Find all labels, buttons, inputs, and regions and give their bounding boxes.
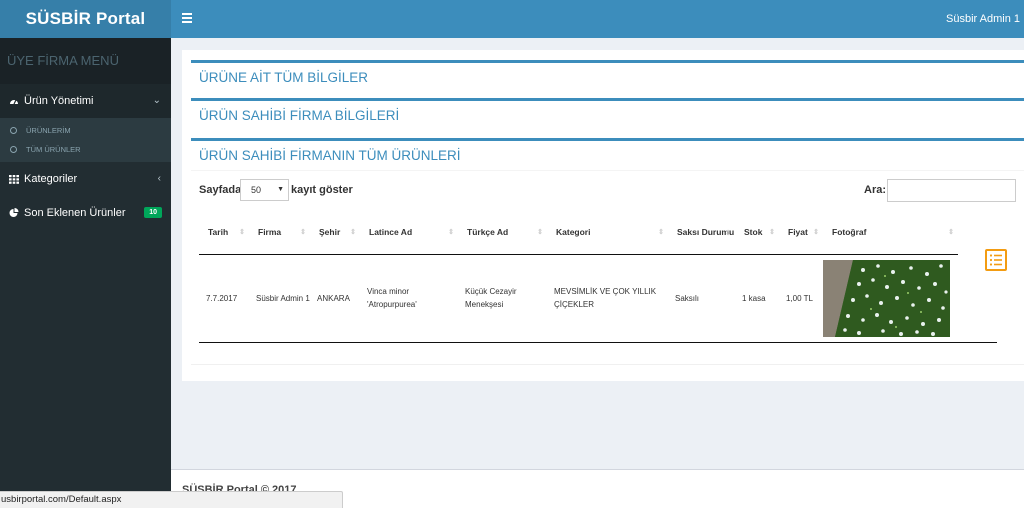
sidebar-subitem-tum-urunler[interactable]: TÜM ÜRÜNLER [0,140,171,159]
box-owner-info-title[interactable]: ÜRÜN SAHİBİ FİRMA BİLGİLERİ [191,98,1024,130]
sidebar-item-label: Son Eklenen Ürünler [24,207,126,219]
sort-icon: ⇕ [350,229,356,236]
browser-status-url: usbirportal.com/Default.aspx [0,491,343,508]
dropdown-arrow-icon: ▼ [277,186,284,193]
sidebar-item-urun-yonetimi[interactable]: Ürün Yönetimi ⌄ [0,84,171,118]
cell-firma: Süsbir Admin 1 [249,254,310,343]
count-badge: 10 [144,207,162,218]
cell-fotograf [823,254,958,343]
sort-icon: ⇕ [948,229,954,236]
logo[interactable]: SÜSBİR Portal [0,0,171,38]
search-label: Ara: [864,184,887,196]
column-header-kategori[interactable]: Kategori ⇕ [547,211,668,255]
box-owner-products-title[interactable]: ÜRÜN SAHİBİ FİRMANIN TÜM ÜRÜNLERİ [191,141,1024,171]
cell-kategori: MEVSİMLİK VE ÇOK YILLIK ÇİÇEKLER [547,254,668,343]
column-header-saksi[interactable]: Saksı Durumu ⇕ [668,211,735,255]
content-area: ÜRÜNE AİT TÜM BİLGİLER ÜRÜN SAHİBİ FİRMA… [171,38,1024,469]
sidebar-toggle-icon[interactable] [182,13,192,23]
dashboard-icon [10,99,18,105]
table-header-row: Tarih ⇕ Firma ⇕ Şehir ⇕ Latince Ad ⇕ Türkçe … [199,211,997,255]
top-navbar: Süsbir Admin 1 [171,0,1024,38]
cell-sehir: ANKARA [310,254,360,343]
circle-icon [10,127,17,134]
column-header-sehir[interactable]: Şehir ⇕ [310,211,360,255]
table-row[interactable]: 7.7.2017 Süsbir Admin 1 ANKARA Vinca min… [199,254,997,343]
cell-saksi: Saksılı [668,254,735,343]
grid-icon [9,175,19,184]
sidebar-subitem-label: ÜRÜNLERİM [26,126,71,135]
sidebar-subitem-label: TÜM ÜRÜNLER [26,145,81,154]
column-header-turkce[interactable]: Türkçe Ad ⇕ [458,211,547,255]
column-header-fotograf[interactable]: Fotoğraf ⇕ [823,211,958,255]
circle-icon [10,146,17,153]
sidebar-submenu: ÜRÜNLERİM TÜM ÜRÜNLER [0,118,171,162]
column-header-firma[interactable]: Firma ⇕ [249,211,310,255]
sort-icon: ⇕ [448,229,454,236]
cell-latince: Vinca minor 'Atropurpurea' [360,254,458,343]
chevron-left-icon: ‹ [157,173,161,184]
sidebar-item-label: Ürün Yönetimi [24,95,94,107]
page-length-label: Sayfada [199,184,242,196]
products-table: Tarih ⇕ Firma ⇕ Şehir ⇕ Latince Ad ⇕ Türkçe … [199,211,997,343]
cell-tarih: 7.7.2017 [199,254,249,343]
sort-icon: ⇕ [300,229,306,236]
page-length-select[interactable]: 50 ▼ [240,179,289,201]
page-length-value: 50 [251,185,262,195]
sort-icon: ⇕ [537,229,543,236]
sort-icon: ⇕ [239,229,245,236]
chevron-down-icon: ⌄ [152,95,161,106]
pie-chart-icon [9,208,19,217]
column-header-stok[interactable]: Stok ⇕ [735,211,779,255]
main-header: SÜSBİR Portal Süsbir Admin 1 [0,0,1024,38]
sort-icon: ⇕ [769,229,775,236]
cell-turkce: Küçük Cezayir Menekşesi [458,254,547,343]
search-input[interactable] [887,179,1016,202]
sidebar-menu-header: ÜYE FİRMA MENÜ [0,38,171,84]
sidebar-item-son-eklenen[interactable]: Son Eklenen Ürünler 10 [0,196,171,230]
content-panel: ÜRÜNE AİT TÜM BİLGİLER ÜRÜN SAHİBİ FİRMA… [182,50,1024,381]
sidebar: ÜYE FİRMA MENÜ Ürün Yönetimi ⌄ ÜRÜNLERİM… [0,38,171,508]
sidebar-item-kategoriler[interactable]: Kategoriler ‹ [0,162,171,196]
page-length-suffix: kayıt göster [291,184,353,196]
box-product-info-title[interactable]: ÜRÜNE AİT TÜM BİLGİLER [191,60,1024,92]
user-menu[interactable]: Süsbir Admin 1 [946,0,1020,38]
column-header-tarih[interactable]: Tarih ⇕ [199,211,249,255]
sidebar-subitem-urunlerim[interactable]: ÜRÜNLERİM [0,121,171,140]
sort-icon: ⇕ [813,229,819,236]
sort-icon: ⇕ [725,230,731,237]
list-detail-icon[interactable] [985,249,1007,271]
column-header-actions [958,211,997,254]
box-owner-products: ÜRÜN SAHİBİ FİRMANIN TÜM ÜRÜNLERİ Sayfad… [191,138,1024,365]
sort-icon: ⇕ [658,229,664,236]
product-photo[interactable] [823,259,950,337]
cell-fiyat: 1,00 TL [779,254,823,343]
sidebar-item-label: Kategoriler [24,173,78,185]
cell-stok: 1 kasa [735,254,779,343]
column-header-latince[interactable]: Latince Ad ⇕ [360,211,458,255]
column-header-fiyat[interactable]: Fiyat ⇕ [779,211,823,255]
